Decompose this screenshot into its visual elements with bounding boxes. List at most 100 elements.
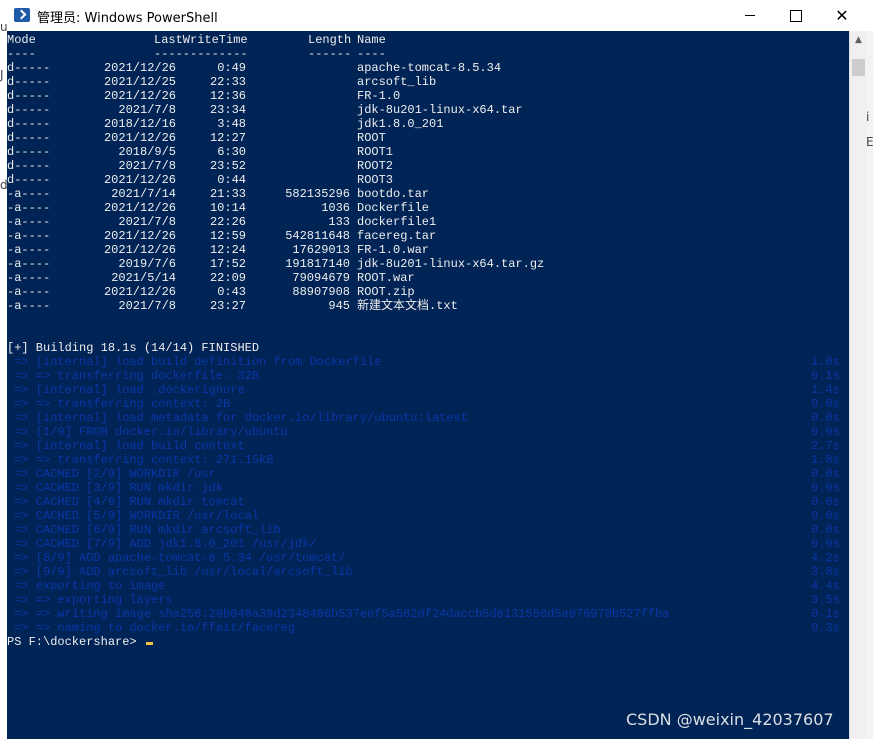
col-underline: ----	[357, 47, 386, 61]
col-underline: ----	[7, 47, 36, 61]
background-glyph: J	[0, 68, 4, 82]
file-mode: d-----	[7, 89, 51, 103]
background-glyph: d	[0, 178, 8, 192]
file-mode: d-----	[7, 75, 51, 89]
build-line: => [9/9] ADD arcsoft_lib /usr/local/arcs…	[7, 565, 849, 579]
build-duration: 1.0s	[811, 355, 840, 369]
file-time: 12:24	[209, 243, 246, 257]
file-name: ROOT2	[357, 159, 394, 173]
file-time: 0:49	[217, 61, 246, 75]
build-step: => => exporting layers	[7, 593, 173, 607]
file-name: FR-1.0.war	[357, 243, 430, 257]
file-mode: -a----	[7, 215, 51, 229]
table-row: -a---- 2019/7/6 17:52 191817140 jdk-8u201-li…	[7, 257, 849, 271]
file-time: 22:09	[209, 271, 246, 285]
file-date: 2019/7/6	[118, 257, 176, 271]
watermark: CSDN @weixin_42037607	[626, 710, 834, 729]
file-time: 23:27	[209, 299, 246, 313]
background-glyph: i	[866, 110, 870, 124]
build-duration: 0.1s	[811, 607, 840, 621]
build-step: => [9/9] ADD arcsoft_lib /usr/local/arcs…	[7, 565, 353, 579]
background-glyph: u	[0, 20, 8, 34]
file-mode: d-----	[7, 61, 51, 75]
file-mode: -a----	[7, 229, 51, 243]
build-line: => [internal] load metadata for docker.i…	[7, 411, 849, 425]
file-length: 17629013	[292, 243, 350, 257]
build-line: => => writing image sha256:29b048a39d234…	[7, 607, 849, 621]
build-duration: 0.0s	[811, 481, 840, 495]
build-line: => => exporting layers 3.5s	[7, 593, 849, 607]
prompt-line: PS F:\dockershare>	[7, 635, 153, 649]
table-row: d----- 2021/12/26 0:44 ROOT3	[7, 173, 849, 187]
file-date: 2018/9/5	[118, 145, 176, 159]
scroll-up-arrow-icon[interactable]: ▲	[850, 31, 867, 48]
file-date: 2021/12/26	[103, 173, 176, 187]
build-duration: 1.8s	[811, 453, 840, 467]
build-duration: 0.0s	[811, 467, 840, 481]
file-date: 2021/12/26	[103, 131, 176, 145]
file-time: 12:27	[209, 131, 246, 145]
file-date: 2021/12/26	[103, 229, 176, 243]
file-length: 88907908	[292, 285, 350, 299]
scroll-thumb[interactable]	[852, 59, 865, 76]
build-step: => CACHED [3/9] RUN mkdir jdk	[7, 481, 224, 495]
file-date: 2018/12/16	[103, 117, 176, 131]
file-length: 542811648	[285, 229, 350, 243]
build-step: => [1/9] FROM docker.io/library/ubuntu	[7, 425, 288, 439]
console-output[interactable]: Mode LastWriteTime Length Name ---- ---------…	[7, 31, 849, 739]
maximize-button[interactable]	[773, 0, 819, 31]
file-time: 0:43	[217, 285, 246, 299]
vertical-scrollbar[interactable]: ▲	[849, 31, 867, 739]
col-length: Length	[308, 33, 352, 47]
minimize-button[interactable]	[727, 0, 773, 31]
file-time: 3:48	[217, 117, 246, 131]
build-line: => [8/9] ADD apache-tomcat-8.5.34 /usr/t…	[7, 551, 849, 565]
table-row: d----- 2021/12/26 12:27 ROOT	[7, 131, 849, 145]
file-mode: -a----	[7, 271, 51, 285]
table-header-underline: ---- ------------- ------ ----	[7, 47, 849, 61]
table-row: -a---- 2021/12/26 12:24 17629013 FR-1.0.war	[7, 243, 849, 257]
build-line: => => transferring dockerfile: 32B 0.1s	[7, 369, 849, 383]
close-button[interactable]: ✕	[819, 0, 865, 31]
build-step: => CACHED [2/9] WORKDIR /usr	[7, 467, 216, 481]
file-name: arcsoft_lib	[357, 75, 437, 89]
file-mode: -a----	[7, 257, 51, 271]
file-name: jdk1.8.0_201	[357, 117, 444, 131]
minimize-icon	[745, 15, 755, 16]
build-duration: 0.0s	[811, 523, 840, 537]
file-length: 133	[328, 215, 350, 229]
build-line: => => transferring context: 2B 0.0s	[7, 397, 849, 411]
file-name: jdk-8u201-linux-x64.tar	[357, 103, 523, 117]
build-step: => => transferring context: 2B	[7, 397, 231, 411]
build-duration: 0.0s	[811, 425, 840, 439]
build-step: => exporting to image	[7, 579, 166, 593]
build-duration: 0.0s	[811, 509, 840, 523]
file-date: 2021/7/8	[118, 159, 176, 173]
build-step: => [internal] load build definition from…	[7, 355, 382, 369]
table-row: d----- 2021/12/25 22:33 arcsoft_lib	[7, 75, 849, 89]
file-name: jdk-8u201-linux-x64.tar.gz	[357, 257, 545, 271]
build-step: => => naming to docker.io/ffait/facereg	[7, 621, 296, 635]
build-line: => => naming to docker.io/ffait/facereg 0…	[7, 621, 849, 635]
build-duration: 4.4s	[811, 579, 840, 593]
build-step: => CACHED [7/9] ADD jdk1.8.0_201 /usr/jd…	[7, 537, 317, 551]
file-name: ROOT3	[357, 173, 394, 187]
build-duration: 0.3s	[811, 621, 840, 635]
file-name: facereg.tar	[357, 229, 437, 243]
close-icon: ✕	[835, 6, 849, 25]
table-row: -a---- 2021/7/8 22:26 133 dockerfile1	[7, 215, 849, 229]
text-cursor	[145, 642, 153, 645]
build-step: => => transferring context: 271.15kB	[7, 453, 274, 467]
build-line: => CACHED [3/9] RUN mkdir jdk 0.0s	[7, 481, 849, 495]
table-row: d----- 2021/12/26 12:36 FR-1.0	[7, 89, 849, 103]
table-row: d----- 2021/7/8 23:34 jdk-8u201-linux-x64.t…	[7, 103, 849, 117]
build-line: => exporting to image 4.4s	[7, 579, 849, 593]
file-date: 2021/7/8	[118, 103, 176, 117]
file-mode: d-----	[7, 173, 51, 187]
file-date: 2021/7/8	[118, 215, 176, 229]
file-mode: d-----	[7, 131, 51, 145]
build-line: => => transferring context: 271.15kB 1.8s	[7, 453, 849, 467]
file-time: 22:33	[209, 75, 246, 89]
table-row: d----- 2018/9/5 6:30 ROOT1	[7, 145, 849, 159]
build-header: [+] Building 18.1s (14/14) FINISHED	[7, 341, 260, 355]
